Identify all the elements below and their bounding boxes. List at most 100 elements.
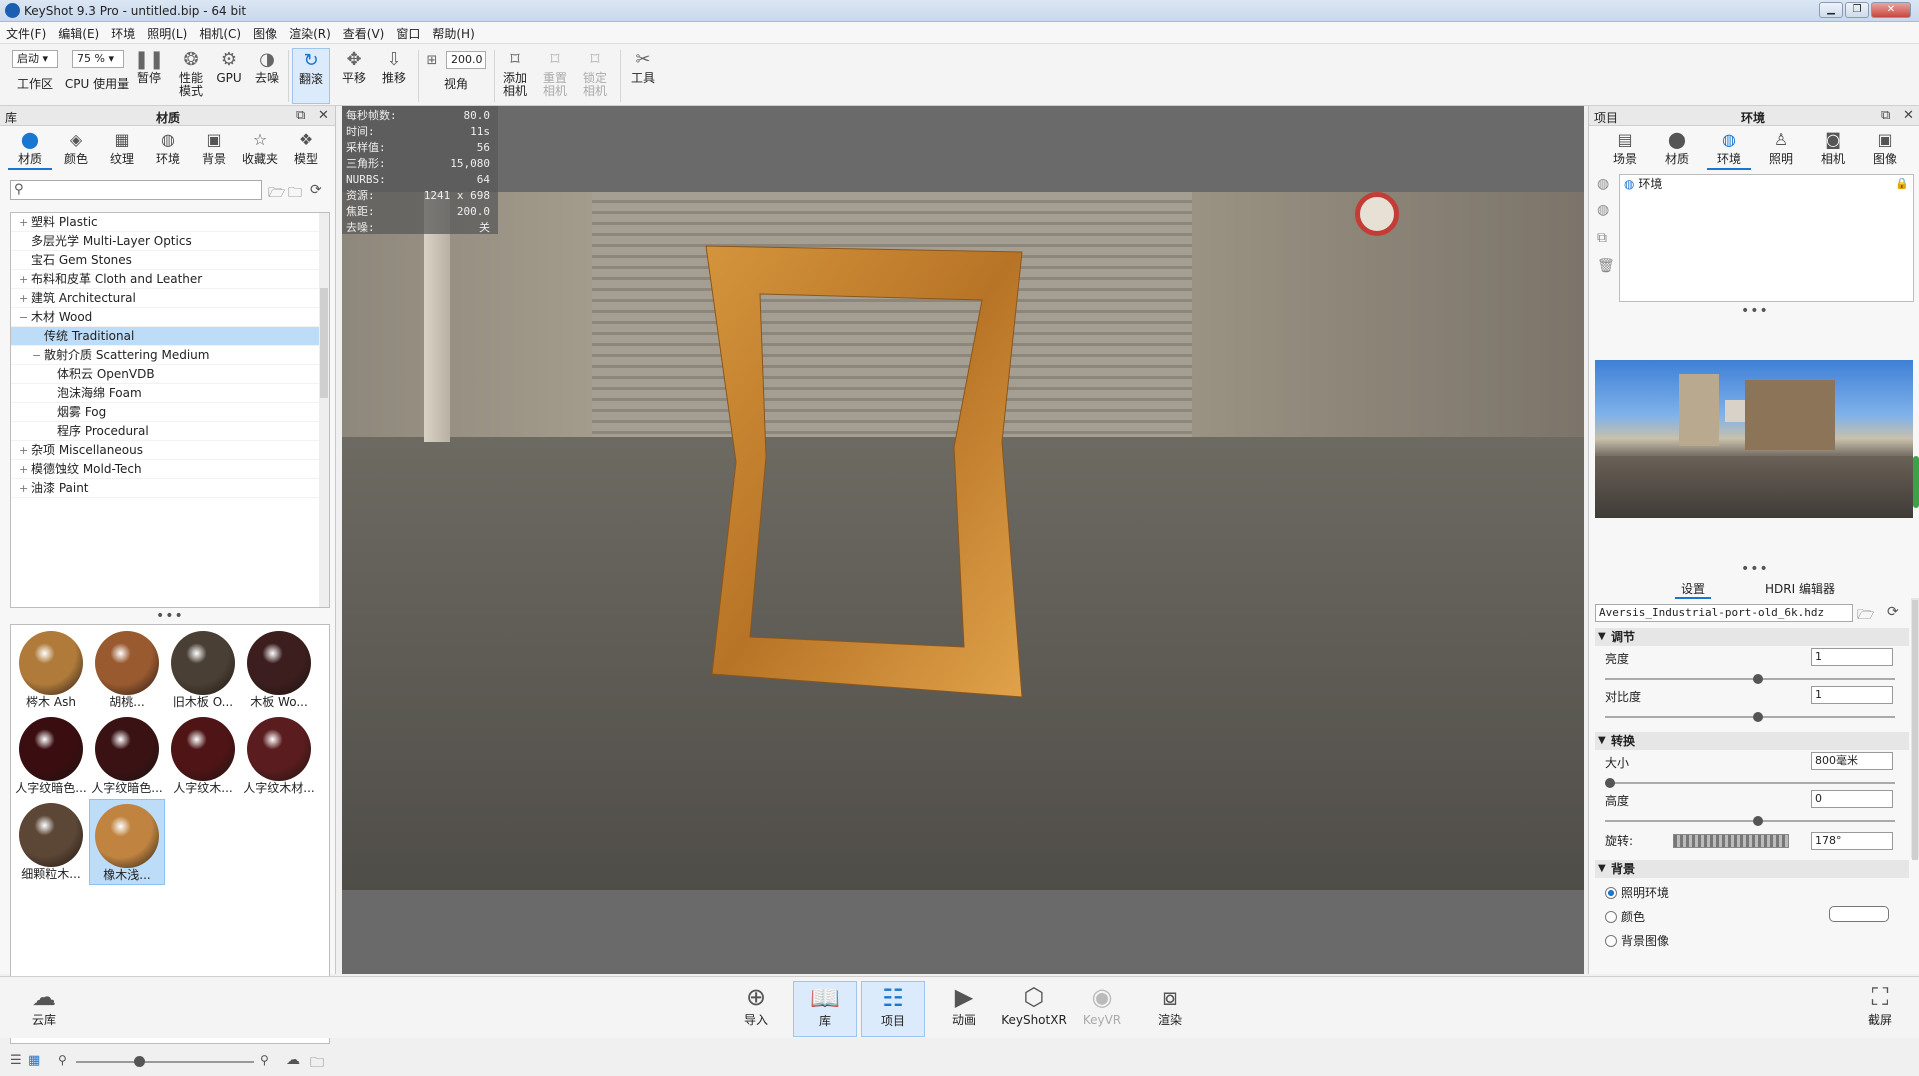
size-slider-knob[interactable] [1605,778,1615,788]
background-lighting-env-radio[interactable]: 照明环境 [1605,884,1669,901]
menu-edit[interactable]: 编辑(E) [52,22,105,45]
tree-scrollbar-thumb[interactable] [320,288,328,398]
float-panel-icon[interactable]: ⧉ [296,108,305,123]
rotation-dial[interactable] [1673,834,1789,848]
close-panel-icon[interactable]: ✕ [318,108,329,123]
lock-icon[interactable]: 🔒 [1895,175,1909,193]
material-thumbnail[interactable]: 胡桃... [89,627,165,713]
height-input[interactable]: 0 [1811,790,1893,808]
tree-item[interactable]: 泡沫海绵 Foam [11,384,321,403]
tab-models[interactable]: ❖ 模型 [284,130,328,170]
splitter-handle[interactable]: ••• [156,609,184,623]
render-viewport[interactable]: 每秒帧数: 80.0 时间: 11s 采样值: 56 三角形: 15,080 NURBS: 64 资… [342,106,1584,974]
menu-camera[interactable]: 相机(C) [193,22,247,45]
tree-expander-icon[interactable]: − [32,346,44,365]
gpu-button[interactable]: ⚙ GPU [214,48,244,104]
tree-item[interactable]: 烟雾 Fog [11,403,321,422]
denoise-button[interactable]: ◑ 去噪 [252,48,282,104]
refresh-icon[interactable]: ⟳ [1887,604,1899,620]
grid-view-icon[interactable]: ▦ [28,1053,40,1068]
tab-environments[interactable]: ◍ 环境 [146,130,190,170]
refresh-icon[interactable]: ⟳ [310,182,322,198]
tree-item[interactable]: 程序 Procedural [11,422,321,441]
tree-expander-icon[interactable]: − [19,308,31,327]
thumbnail-size-slider[interactable] [76,1056,254,1067]
hdri-file-path[interactable]: Aversis_Industrial-port-old_6k.hdz [1595,604,1853,622]
hdri-preview[interactable] [1595,360,1913,518]
contrast-slider-knob[interactable] [1753,712,1763,722]
subtab-settings[interactable]: 设置 [1675,580,1712,599]
add-camera-button[interactable]: ⌑ 添加 相机 [498,48,532,104]
background-image-radio[interactable]: 背景图像 [1605,932,1669,949]
pan-button[interactable]: ✥ 平移 [338,48,370,104]
subtab-hdri-editor[interactable]: HDRI 编辑器 [1765,580,1835,597]
material-thumbnail[interactable]: 橡木浅... [89,799,165,885]
menu-render[interactable]: 渲染(R) [283,22,337,45]
tree-item[interactable]: 宝石 Gem Stones [11,251,321,270]
material-thumbnail[interactable]: 人字纹木材... [241,713,317,799]
cloud-library-button[interactable]: ☁ 云库 [12,981,76,1037]
performance-mode-button[interactable]: ❂ 性能 模式 [176,48,206,104]
size-input[interactable]: 800毫米 [1811,752,1893,770]
tab-backgrounds[interactable]: ▣ 背景 [192,130,236,170]
close-button[interactable]: ✕ [1871,2,1911,18]
tab-camera[interactable]: ◙ 相机 [1811,130,1855,170]
tree-expander-icon[interactable]: + [19,289,31,308]
material-thumbnail[interactable]: 旧木板 O... [165,627,241,713]
material-thumbnail[interactable]: 木板 Wo... [241,627,317,713]
tree-item[interactable]: + 油漆 Paint [11,479,321,498]
splitter-handle[interactable]: ••• [1741,304,1769,318]
minimize-button[interactable]: ▁ [1819,2,1843,18]
material-thumbnail[interactable]: 人字纹木... [165,713,241,799]
list-view-icon[interactable]: ☰ [10,1053,22,1068]
menu-view[interactable]: 查看(V) [337,22,391,45]
tumble-button[interactable]: ↻ 翻滚 [292,48,330,104]
import-material-icon[interactable]: 🗀 [310,1052,324,1076]
tree-item[interactable]: + 布料和皮革 Cloth and Leather [11,270,321,289]
thumbnail-size-slider-knob[interactable] [134,1056,145,1067]
open-folder-icon[interactable]: 🗁 [268,182,285,206]
menu-help[interactable]: 帮助(H) [426,22,480,45]
import-folder-icon[interactable]: 🗀 [288,182,302,206]
add-environment-icon[interactable]: ◍ [1597,176,1609,192]
tree-expander-icon[interactable]: + [19,270,31,289]
cpu-usage-select[interactable]: 75 % ▾ [72,50,124,68]
maximize-button[interactable]: ❐ [1845,2,1869,18]
contrast-input[interactable]: 1 [1811,686,1893,704]
tree-expander-icon[interactable]: + [19,441,31,460]
workspace-select[interactable]: 启动 ▾ [12,50,58,68]
brightness-slider-knob[interactable] [1753,674,1763,684]
duplicate-environment-icon[interactable]: ◍ [1597,202,1609,218]
contrast-slider[interactable] [1605,712,1895,722]
background-color-radio[interactable]: 颜色 [1605,908,1645,925]
import-button[interactable]: ⊕ 导入 [724,981,788,1037]
height-slider[interactable] [1605,816,1895,826]
splitter-handle[interactable]: ••• [1741,562,1769,576]
brightness-input[interactable]: 1 [1811,648,1893,666]
section-background[interactable]: ▼ 背景 [1595,860,1909,878]
delete-environment-icon[interactable]: 🗑 [1597,258,1615,274]
height-slider-knob[interactable] [1753,816,1763,826]
project-button[interactable]: ☷ 项目 [861,981,925,1037]
tab-scene[interactable]: ▤ 场景 [1603,130,1647,170]
menu-window[interactable]: 窗口 [390,22,426,45]
library-search-input[interactable]: ⚲ [10,180,262,200]
tab-favorites[interactable]: ☆ 收藏夹 [238,130,282,170]
tree-item[interactable]: 体积云 OpenVDB [11,365,321,384]
tree-expander-icon[interactable]: + [19,460,31,479]
animation-button[interactable]: ▶ 动画 [932,981,996,1037]
menu-file[interactable]: 文件(F) [0,22,52,45]
reset-camera-button[interactable]: ⌑ 重置 相机 [538,48,572,104]
tree-item[interactable]: + 塑料 Plastic [11,213,321,232]
library-button[interactable]: 📖 库 [793,981,857,1037]
lock-camera-button[interactable]: ⌑ 锁定 相机 [578,48,612,104]
material-thumbnail[interactable]: 人字纹暗色... [13,713,89,799]
rotation-input[interactable]: 178° [1811,832,1893,850]
rendered-scene[interactable] [342,192,1584,890]
project-scrollbar-thumb[interactable] [1912,600,1918,860]
tab-image[interactable]: ▣ 图像 [1863,130,1907,170]
screenshot-button[interactable]: ⛶ 截屏 [1848,981,1912,1037]
menu-image[interactable]: 图像 [247,22,283,45]
material-thumbnail[interactable]: 细颗粒木... [13,799,89,885]
export-environment-icon[interactable]: ⧉ [1597,230,1607,246]
